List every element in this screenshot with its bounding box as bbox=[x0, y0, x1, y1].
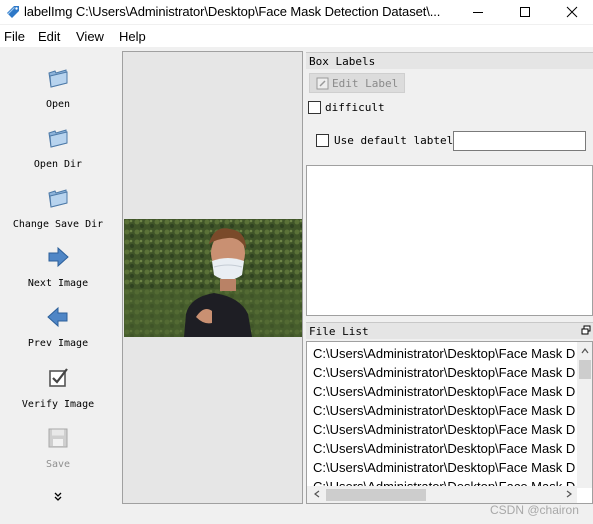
edit-label-text: Edit Label bbox=[332, 77, 399, 90]
image-canvas[interactable] bbox=[122, 51, 303, 504]
box-labels-title: Box Labels bbox=[306, 52, 593, 69]
toolbar-label: Save bbox=[45, 459, 71, 470]
maximize-icon bbox=[520, 7, 530, 17]
file-list-item[interactable]: C:\Users\Administrator\Desktop\Face Mask… bbox=[313, 460, 575, 479]
minimize-icon bbox=[473, 12, 483, 13]
difficult-label: difficult bbox=[325, 101, 385, 114]
folder-open-icon bbox=[48, 189, 68, 208]
checkbox-verify-icon bbox=[49, 368, 68, 387]
toolbar-label: Open Dir bbox=[33, 159, 83, 170]
file-list-item[interactable]: C:\Users\Administrator\Desktop\Face Mask… bbox=[313, 365, 575, 384]
toolbar: Open Open Dir Change Save Dir Next Image… bbox=[0, 51, 121, 504]
file-list-title: File List bbox=[306, 322, 593, 339]
minimize-button[interactable] bbox=[455, 0, 501, 24]
next-image-button[interactable]: Next Image bbox=[0, 234, 121, 292]
file-list[interactable]: C:\Users\Administrator\Desktop\Face Mask… bbox=[306, 341, 593, 504]
file-list-item[interactable]: C:\Users\Administrator\Desktop\Face Mask… bbox=[313, 403, 575, 422]
toolbar-label: Prev Image bbox=[27, 338, 89, 349]
file-list-item[interactable]: C:\Users\Administrator\Desktop\Face Mask… bbox=[313, 384, 575, 403]
default-label-input[interactable] bbox=[453, 131, 586, 151]
labelimg-tag-icon bbox=[7, 6, 19, 18]
menu-help[interactable]: Help bbox=[119, 29, 146, 44]
folder-open-icon bbox=[48, 69, 68, 88]
horizontal-scroll-thumb[interactable] bbox=[326, 489, 426, 501]
scroll-up-icon[interactable] bbox=[581, 347, 589, 355]
label-list[interactable] bbox=[306, 165, 593, 316]
file-list-item[interactable]: C:\Users\Administrator\Desktop\Face Mask… bbox=[313, 441, 575, 460]
menu-bar: File Edit View Help bbox=[0, 25, 593, 47]
maximize-button[interactable] bbox=[502, 0, 548, 24]
title-bar[interactable]: labelImg C:\Users\Administrator\Desktop\… bbox=[0, 0, 593, 24]
watermark-text: CSDN @chairon bbox=[490, 503, 579, 517]
floppy-disk-icon bbox=[48, 428, 68, 448]
save-button[interactable]: Save bbox=[0, 415, 121, 473]
menu-view[interactable]: View bbox=[76, 29, 104, 44]
window-title: labelImg C:\Users\Administrator\Desktop\… bbox=[24, 4, 441, 19]
edit-label-button[interactable]: Edit Label bbox=[309, 73, 405, 93]
arrow-left-icon bbox=[47, 306, 68, 328]
toolbar-label: Verify Image bbox=[21, 399, 95, 410]
pencil-icon bbox=[316, 77, 329, 90]
close-icon bbox=[566, 6, 578, 18]
use-default-label-checkbox[interactable] bbox=[316, 134, 329, 147]
toolbar-label: Next Image bbox=[27, 278, 89, 289]
verify-image-button[interactable]: Verify Image bbox=[0, 355, 121, 413]
file-list-item[interactable]: C:\Users\Administrator\Desktop\Face Mask… bbox=[313, 346, 575, 365]
toolbar-label: Open bbox=[45, 99, 71, 110]
use-default-label-text: Use default labtel bbox=[334, 134, 454, 147]
prev-image-button[interactable]: Prev Image bbox=[0, 294, 121, 352]
change-save-dir-button[interactable]: Change Save Dir bbox=[0, 175, 121, 233]
file-list-item[interactable]: C:\Users\Administrator\Desktop\Face Mask… bbox=[313, 422, 575, 441]
float-dock-icon[interactable] bbox=[581, 325, 591, 335]
scroll-left-icon[interactable] bbox=[313, 490, 321, 498]
image-preview bbox=[124, 219, 302, 337]
close-button[interactable] bbox=[549, 0, 593, 24]
scroll-right-icon[interactable] bbox=[565, 490, 573, 498]
menu-file[interactable]: File bbox=[4, 29, 25, 44]
open-dir-button[interactable]: Open Dir bbox=[0, 115, 121, 173]
menu-edit[interactable]: Edit bbox=[38, 29, 60, 44]
chevron-down-double-icon[interactable] bbox=[53, 492, 63, 502]
arrow-right-icon bbox=[48, 246, 69, 268]
toolbar-label: Change Save Dir bbox=[12, 219, 104, 230]
folder-open-icon bbox=[48, 129, 68, 148]
open-button[interactable]: Open bbox=[0, 55, 121, 113]
difficult-checkbox[interactable] bbox=[308, 101, 321, 114]
vertical-scroll-thumb[interactable] bbox=[579, 360, 591, 379]
